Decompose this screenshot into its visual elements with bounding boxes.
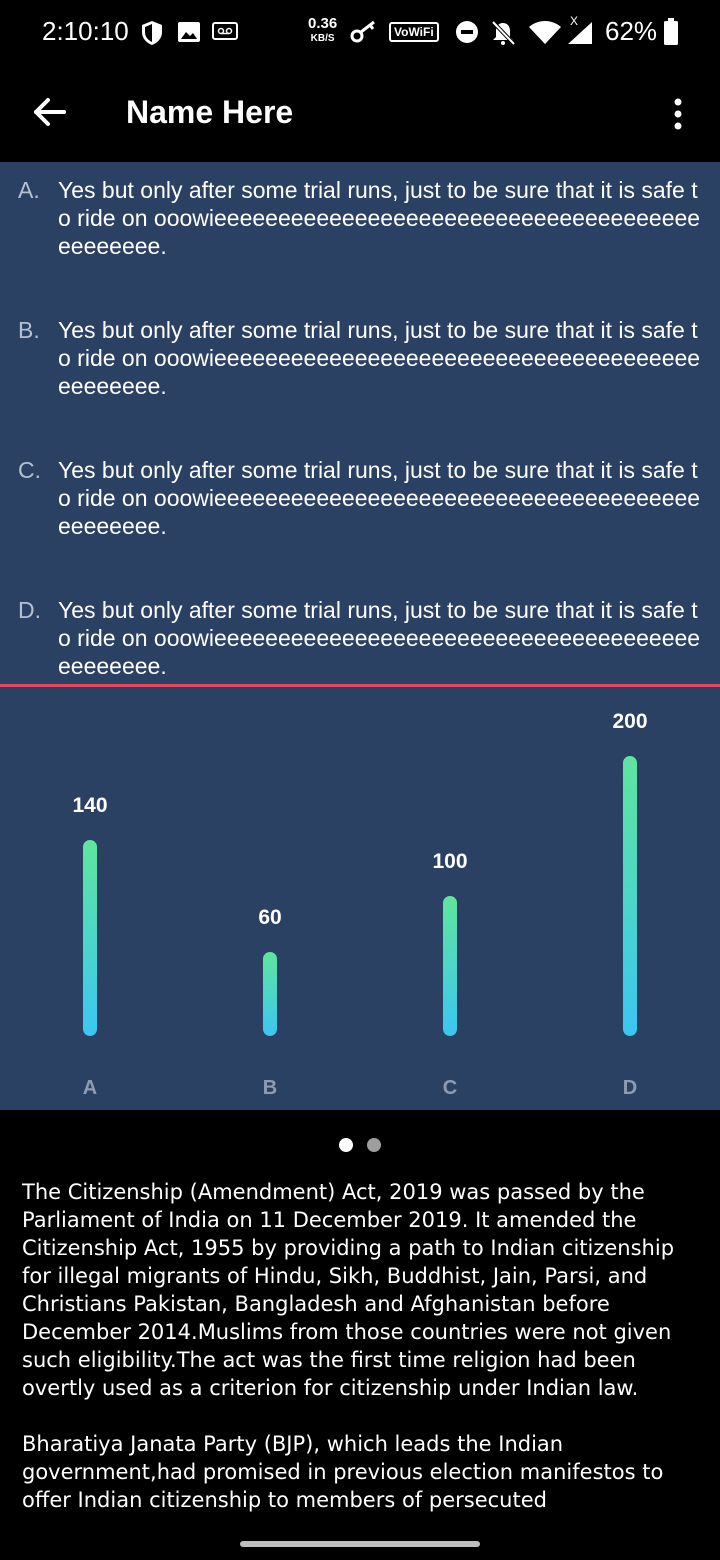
key-icon <box>350 20 375 43</box>
bar-chart: 140 A 60 B 100 C 200 D <box>72 710 647 1099</box>
option-text: Yes but only after some trial runs, just… <box>58 177 701 259</box>
page-title: Name Here <box>126 94 294 130</box>
bar-value-label: 140 <box>72 794 107 817</box>
more-vert-icon[interactable] <box>664 94 692 134</box>
shield-icon <box>142 21 162 45</box>
battery-icon <box>664 18 678 45</box>
option-letter: B. <box>18 317 40 343</box>
net-speed-value: 0.36 <box>308 15 338 32</box>
page-dot[interactable] <box>367 1138 381 1152</box>
net-speed-unit: KB/S <box>310 33 335 44</box>
option-text: Yes but only after some trial runs, just… <box>58 457 701 539</box>
option-letter: A. <box>18 177 40 203</box>
vowifi-badge: VoWiFi <box>389 22 439 42</box>
bar-value-label: 200 <box>612 710 647 733</box>
category-label: C <box>443 1077 457 1099</box>
clock: 2:10:10 <box>42 16 129 46</box>
wifi-icon <box>529 21 561 44</box>
option-text: Yes but only after some trial runs, just… <box>58 317 701 399</box>
option-letter: C. <box>18 457 41 483</box>
article-body: The Citizenship (Amendment) Act, 2019 wa… <box>22 1178 702 1533</box>
image-icon <box>178 22 200 42</box>
bell-off-icon <box>491 20 516 46</box>
results-chart: 140 A 60 B 100 C 200 D <box>0 687 720 1110</box>
back-arrow-icon[interactable] <box>30 92 70 132</box>
article-paragraph: The Citizenship (Amendment) Act, 2019 wa… <box>22 1180 675 1400</box>
option-letter: D. <box>18 597 41 623</box>
page-indicator <box>0 1138 720 1154</box>
network-speed: 0.36 KB/S <box>308 16 337 46</box>
option-text: Yes but only after some trial runs, just… <box>58 597 701 679</box>
app-bar: Name Here <box>0 64 720 162</box>
bar-c <box>443 896 457 1036</box>
bar-d <box>623 756 637 1036</box>
article-paragraph: Bharatiya Janata Party (BJP), which lead… <box>22 1432 664 1512</box>
category-label: B <box>263 1077 277 1099</box>
category-label: D <box>623 1077 637 1099</box>
home-indicator[interactable] <box>240 1541 480 1547</box>
page-dot[interactable] <box>339 1138 353 1152</box>
voicemail-icon <box>212 22 238 40</box>
answer-options: A. Yes but only after some trial runs, j… <box>0 162 720 684</box>
status-bar: 2:10:10 0.36 KB/S VoWiFi X 62% <box>0 0 720 64</box>
signal-badge: X <box>570 14 579 28</box>
bar-value-label: 100 <box>432 850 467 873</box>
battery-percent: 62% <box>605 16 658 46</box>
category-label: A <box>83 1077 97 1099</box>
dnd-icon <box>456 21 478 43</box>
bar-b <box>263 952 277 1036</box>
bar-a <box>83 840 97 1036</box>
bar-value-label: 60 <box>258 906 281 929</box>
